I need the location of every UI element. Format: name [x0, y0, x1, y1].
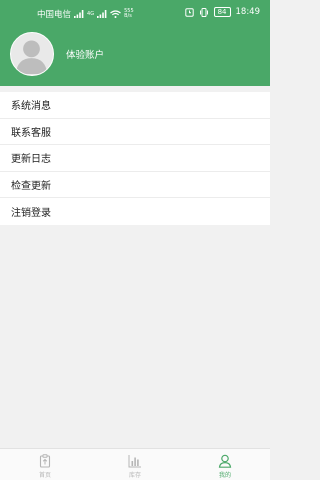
- wifi-icon: [110, 10, 121, 18]
- signal-icon-2: [97, 10, 107, 18]
- status-left: 中国电信 4G 555 B/s: [37, 8, 134, 21]
- status-right: 84 18:49: [184, 7, 261, 17]
- user-icon: [218, 454, 232, 468]
- menu-item-contact-support[interactable]: 联系客服: [0, 119, 270, 145]
- tab-mine-label: 我的: [218, 472, 231, 479]
- bottom-tab-bar: 首页 库存 我的: [0, 448, 270, 480]
- alarm-icon: [184, 7, 194, 17]
- tab-mine[interactable]: 我的: [195, 449, 255, 480]
- tab-home[interactable]: 首页: [15, 449, 75, 480]
- signal-icon: [74, 10, 84, 18]
- profile-section[interactable]: 体验账户: [10, 32, 260, 76]
- profile-header: 中国电信 4G 555 B/s 84 18:49 体验账户: [0, 0, 270, 86]
- clock-time: 18:49: [235, 7, 261, 17]
- settings-menu: 系统消息 联系客服 更新日志 检查更新 注销登录: [0, 92, 270, 225]
- menu-item-check-update[interactable]: 检查更新: [0, 172, 270, 198]
- menu-item-logout[interactable]: 注销登录: [0, 198, 270, 225]
- avatar[interactable]: [10, 32, 54, 76]
- network-type: 4G: [87, 10, 95, 17]
- inventory-chart-icon: [128, 454, 142, 468]
- tab-inventory-label: 库存: [128, 472, 141, 479]
- status-bar: 中国电信 4G 555 B/s 84 18:49: [0, 0, 270, 24]
- menu-item-changelog[interactable]: 更新日志: [0, 145, 270, 172]
- network-speed: 555 B/s: [124, 9, 134, 19]
- home-icon: [38, 454, 52, 468]
- tab-home-label: 首页: [38, 472, 51, 479]
- username: 体验账户: [66, 50, 105, 61]
- menu-item-system-messages[interactable]: 系统消息: [0, 92, 270, 119]
- tab-inventory[interactable]: 库存: [105, 449, 165, 480]
- battery-indicator: 84: [213, 7, 231, 17]
- network-speed-unit: B/s: [124, 13, 132, 19]
- vibrate-icon: [199, 7, 209, 17]
- carrier-name: 中国电信: [37, 10, 72, 20]
